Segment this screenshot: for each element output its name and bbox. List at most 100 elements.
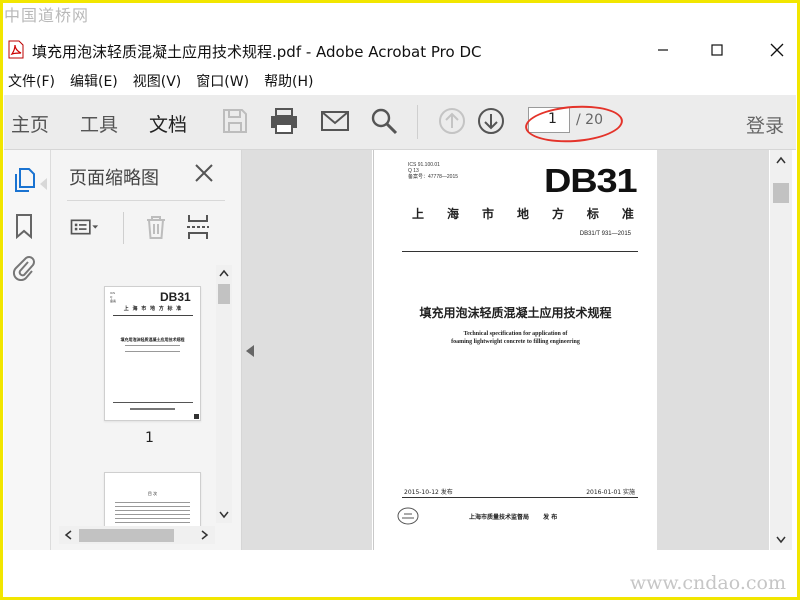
doc-issuer-suffix: 发 布 (543, 514, 558, 521)
minimize-icon (658, 49, 668, 51)
thumb-issuer-line (130, 408, 175, 410)
minimize-button[interactable] (640, 36, 686, 64)
insert-page-icon[interactable] (183, 212, 213, 242)
chevron-left-icon (64, 530, 72, 540)
print-icon[interactable] (269, 106, 299, 136)
delete-page-icon[interactable] (141, 212, 171, 242)
toolbar-separator (417, 105, 418, 139)
std-char: 市 (481, 207, 494, 221)
menu-edit[interactable]: 编辑(E) (66, 69, 122, 91)
left-navigation-rail (4, 150, 51, 550)
document-vertical-scrollbar[interactable] (770, 150, 792, 550)
email-icon[interactable] (320, 106, 350, 136)
next-page-icon[interactable] (476, 106, 506, 136)
document-canvas-background (657, 150, 769, 550)
tab-tools[interactable]: 工具 (80, 110, 118, 137)
chevron-down-icon (776, 536, 786, 544)
doc-issue-date: 2015-10-12 发布 (404, 489, 453, 496)
pdf-file-icon (8, 40, 24, 59)
page-thumbnails-panel: 页面缩略图 ICS Q 备案 DB31 上 海 市 地 方 标 准 填充用泡沫轻质混… (51, 150, 242, 550)
menu-file[interactable]: 文件(F) (4, 69, 59, 91)
doc-filing-number: 备案号：47778—2015 (408, 174, 459, 180)
menu-window[interactable]: 窗口(W) (192, 69, 253, 91)
thumbnail-list: ICS Q 备案 DB31 上 海 市 地 方 标 准 填充用泡沫轻质混凝土应用技术… (65, 262, 223, 526)
bookmark-icon[interactable] (11, 213, 37, 239)
doc-title-en-line2: foaming lightweight concrete to filling … (451, 339, 580, 345)
watermark-top-left: 中国道桥网 (4, 6, 90, 25)
thumbnail-scroll-thumb[interactable] (218, 284, 230, 304)
thumb2-toc-lines (115, 499, 190, 526)
thumbnail-vertical-scrollbar[interactable] (216, 265, 232, 523)
scroll-up-arrow[interactable] (216, 265, 232, 281)
close-window-button[interactable] (754, 36, 800, 64)
thumb-rule (113, 315, 193, 316)
scroll-left-arrow[interactable] (60, 527, 76, 543)
thumbnail-page-1[interactable]: ICS Q 备案 DB31 上 海 市 地 方 标 准 填充用泡沫轻质混凝土应用技术… (104, 286, 201, 421)
doc-standard-type: 上 海 市 地 方 标 准 (412, 205, 634, 222)
thumb-header: 上 海 市 地 方 标 准 (123, 306, 183, 312)
chevron-down-icon (219, 511, 229, 519)
doc-scroll-thumb[interactable] (773, 183, 789, 203)
thumb-bottom-rule (113, 402, 193, 403)
doc-standard-number: DB31/T 931—2015 (579, 231, 631, 237)
thumbnail-page-2[interactable]: 目 次 (104, 472, 201, 526)
panel-divider (67, 200, 225, 201)
doc-issuer: 上海市质量技术监督局 发 布 (469, 512, 557, 521)
menu-bar: 文件(F) 编辑(E) 视图(V) 窗口(W) 帮助(H) (4, 69, 325, 91)
maximize-icon (711, 44, 723, 56)
watermark-bottom-right: www.cndao.com (629, 572, 786, 594)
thumbnail-options-icon[interactable] (69, 212, 99, 242)
window-title: 填充用泡沫轻质混凝土应用技术规程.pdf - Adobe Acrobat Pro… (32, 43, 482, 61)
thumb-en-lines (125, 345, 180, 352)
doc-title-cn: 填充用泡沫轻质混凝土应用技术规程 (419, 306, 612, 320)
search-icon[interactable] (369, 106, 399, 136)
toolbar: 主页 工具 文档 1 / 20 登录 (4, 95, 796, 150)
collapse-panel-arrow-icon[interactable] (246, 345, 254, 357)
chevron-up-icon (219, 269, 229, 277)
thumb-corner-marker (194, 414, 199, 419)
tab-home[interactable]: 主页 (11, 110, 49, 137)
doc-scroll-down-arrow[interactable] (773, 532, 789, 548)
panel-tool-separator (123, 212, 124, 244)
thumb2-header: 目 次 (147, 491, 158, 496)
thumbnail-horizontal-scrollbar[interactable] (59, 526, 215, 544)
thumbnails-panel-title: 页面缩略图 (69, 168, 159, 189)
prev-page-icon[interactable] (437, 106, 467, 136)
doc-issuer-name: 上海市质量技术监督局 (469, 514, 530, 521)
doc-top-rule (402, 251, 638, 252)
close-icon (770, 43, 784, 57)
doc-scroll-up-arrow[interactable] (773, 152, 789, 168)
document-page-view: ICS 91.100.01 Q 13 备案号：47778—2015 DB31 上… (373, 150, 658, 550)
thumb-code: DB31 (160, 290, 191, 304)
scroll-right-arrow[interactable] (197, 527, 213, 543)
chevron-right-icon (201, 530, 209, 540)
attachment-icon[interactable] (11, 255, 37, 281)
tab-document[interactable]: 文档 (149, 110, 187, 137)
doc-effective-date: 2016-01-01 实施 (586, 489, 635, 496)
std-char: 上 (412, 207, 425, 221)
std-char: 方 (551, 207, 564, 221)
issuer-seal-icon (397, 507, 419, 525)
menu-view[interactable]: 视图(V) (129, 69, 186, 91)
std-char: 标 (586, 207, 599, 221)
thumb-title: 填充用泡沫轻质混凝土应用技术规程 (120, 337, 185, 342)
page-thumbnails-icon[interactable] (11, 167, 37, 193)
chevron-up-icon (776, 156, 786, 164)
doc-standard-code: DB31 (544, 162, 638, 199)
maximize-button[interactable] (694, 36, 740, 64)
thumbnail-page-number-1: 1 (145, 430, 154, 446)
std-char: 准 (621, 207, 634, 221)
active-panel-marker (40, 178, 47, 190)
doc-bottom-rule (402, 497, 638, 498)
close-panel-icon[interactable] (191, 160, 217, 186)
login-button[interactable]: 登录 (746, 111, 784, 138)
menu-help[interactable]: 帮助(H) (260, 69, 317, 91)
panel-collapse-strip (242, 150, 372, 550)
scroll-down-arrow[interactable] (216, 507, 232, 523)
doc-title-en-line1: Technical specification for application … (463, 331, 568, 337)
std-char: 地 (516, 207, 529, 221)
title-bar: 填充用泡沫轻质混凝土应用技术规程.pdf - Adobe Acrobat Pro… (4, 36, 796, 64)
std-char: 海 (446, 207, 459, 221)
thumbnail-hscroll-thumb[interactable] (79, 529, 174, 542)
save-icon[interactable] (220, 106, 250, 136)
